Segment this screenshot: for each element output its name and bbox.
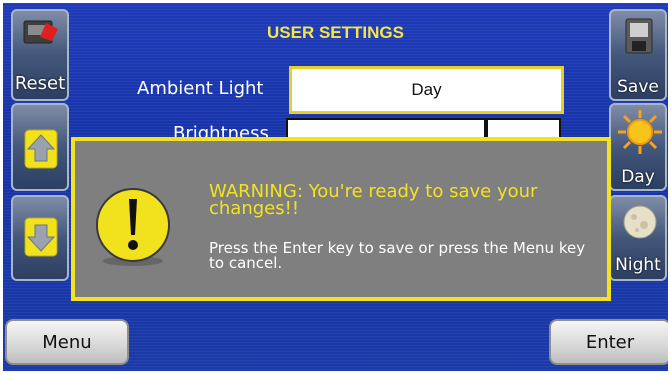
- ambient-light-label: Ambient Light: [137, 78, 264, 99]
- exclamation-icon: [91, 185, 175, 273]
- sun-icon: [617, 109, 663, 159]
- day-button[interactable]: Day: [609, 103, 667, 191]
- user-settings-screen: Reset Save Day Night USER SETTINGS Ambie…: [3, 3, 668, 371]
- day-label: Day: [621, 167, 655, 187]
- page-title: USER SETTINGS: [267, 23, 404, 42]
- reset-label: Reset: [14, 73, 66, 94]
- night-label: Night: [615, 255, 661, 275]
- save-label: Save: [617, 77, 659, 97]
- down-arrow-button[interactable]: [11, 195, 69, 281]
- menu-button[interactable]: Menu: [5, 319, 129, 365]
- up-arrow-button[interactable]: [11, 103, 69, 191]
- ambient-light-field[interactable]: Day: [289, 66, 564, 114]
- down-arrow-icon: [24, 217, 58, 261]
- warning-dialog: WARNING: You're ready to save your chang…: [71, 137, 611, 301]
- warning-title: WARNING: You're ready to save your chang…: [209, 181, 538, 219]
- warning-message: Press the Enter key to save or press the…: [209, 239, 586, 272]
- night-button[interactable]: Night: [609, 195, 667, 281]
- enter-button[interactable]: Enter: [549, 319, 668, 365]
- up-arrow-icon: [24, 129, 58, 173]
- moon-icon: [621, 203, 659, 245]
